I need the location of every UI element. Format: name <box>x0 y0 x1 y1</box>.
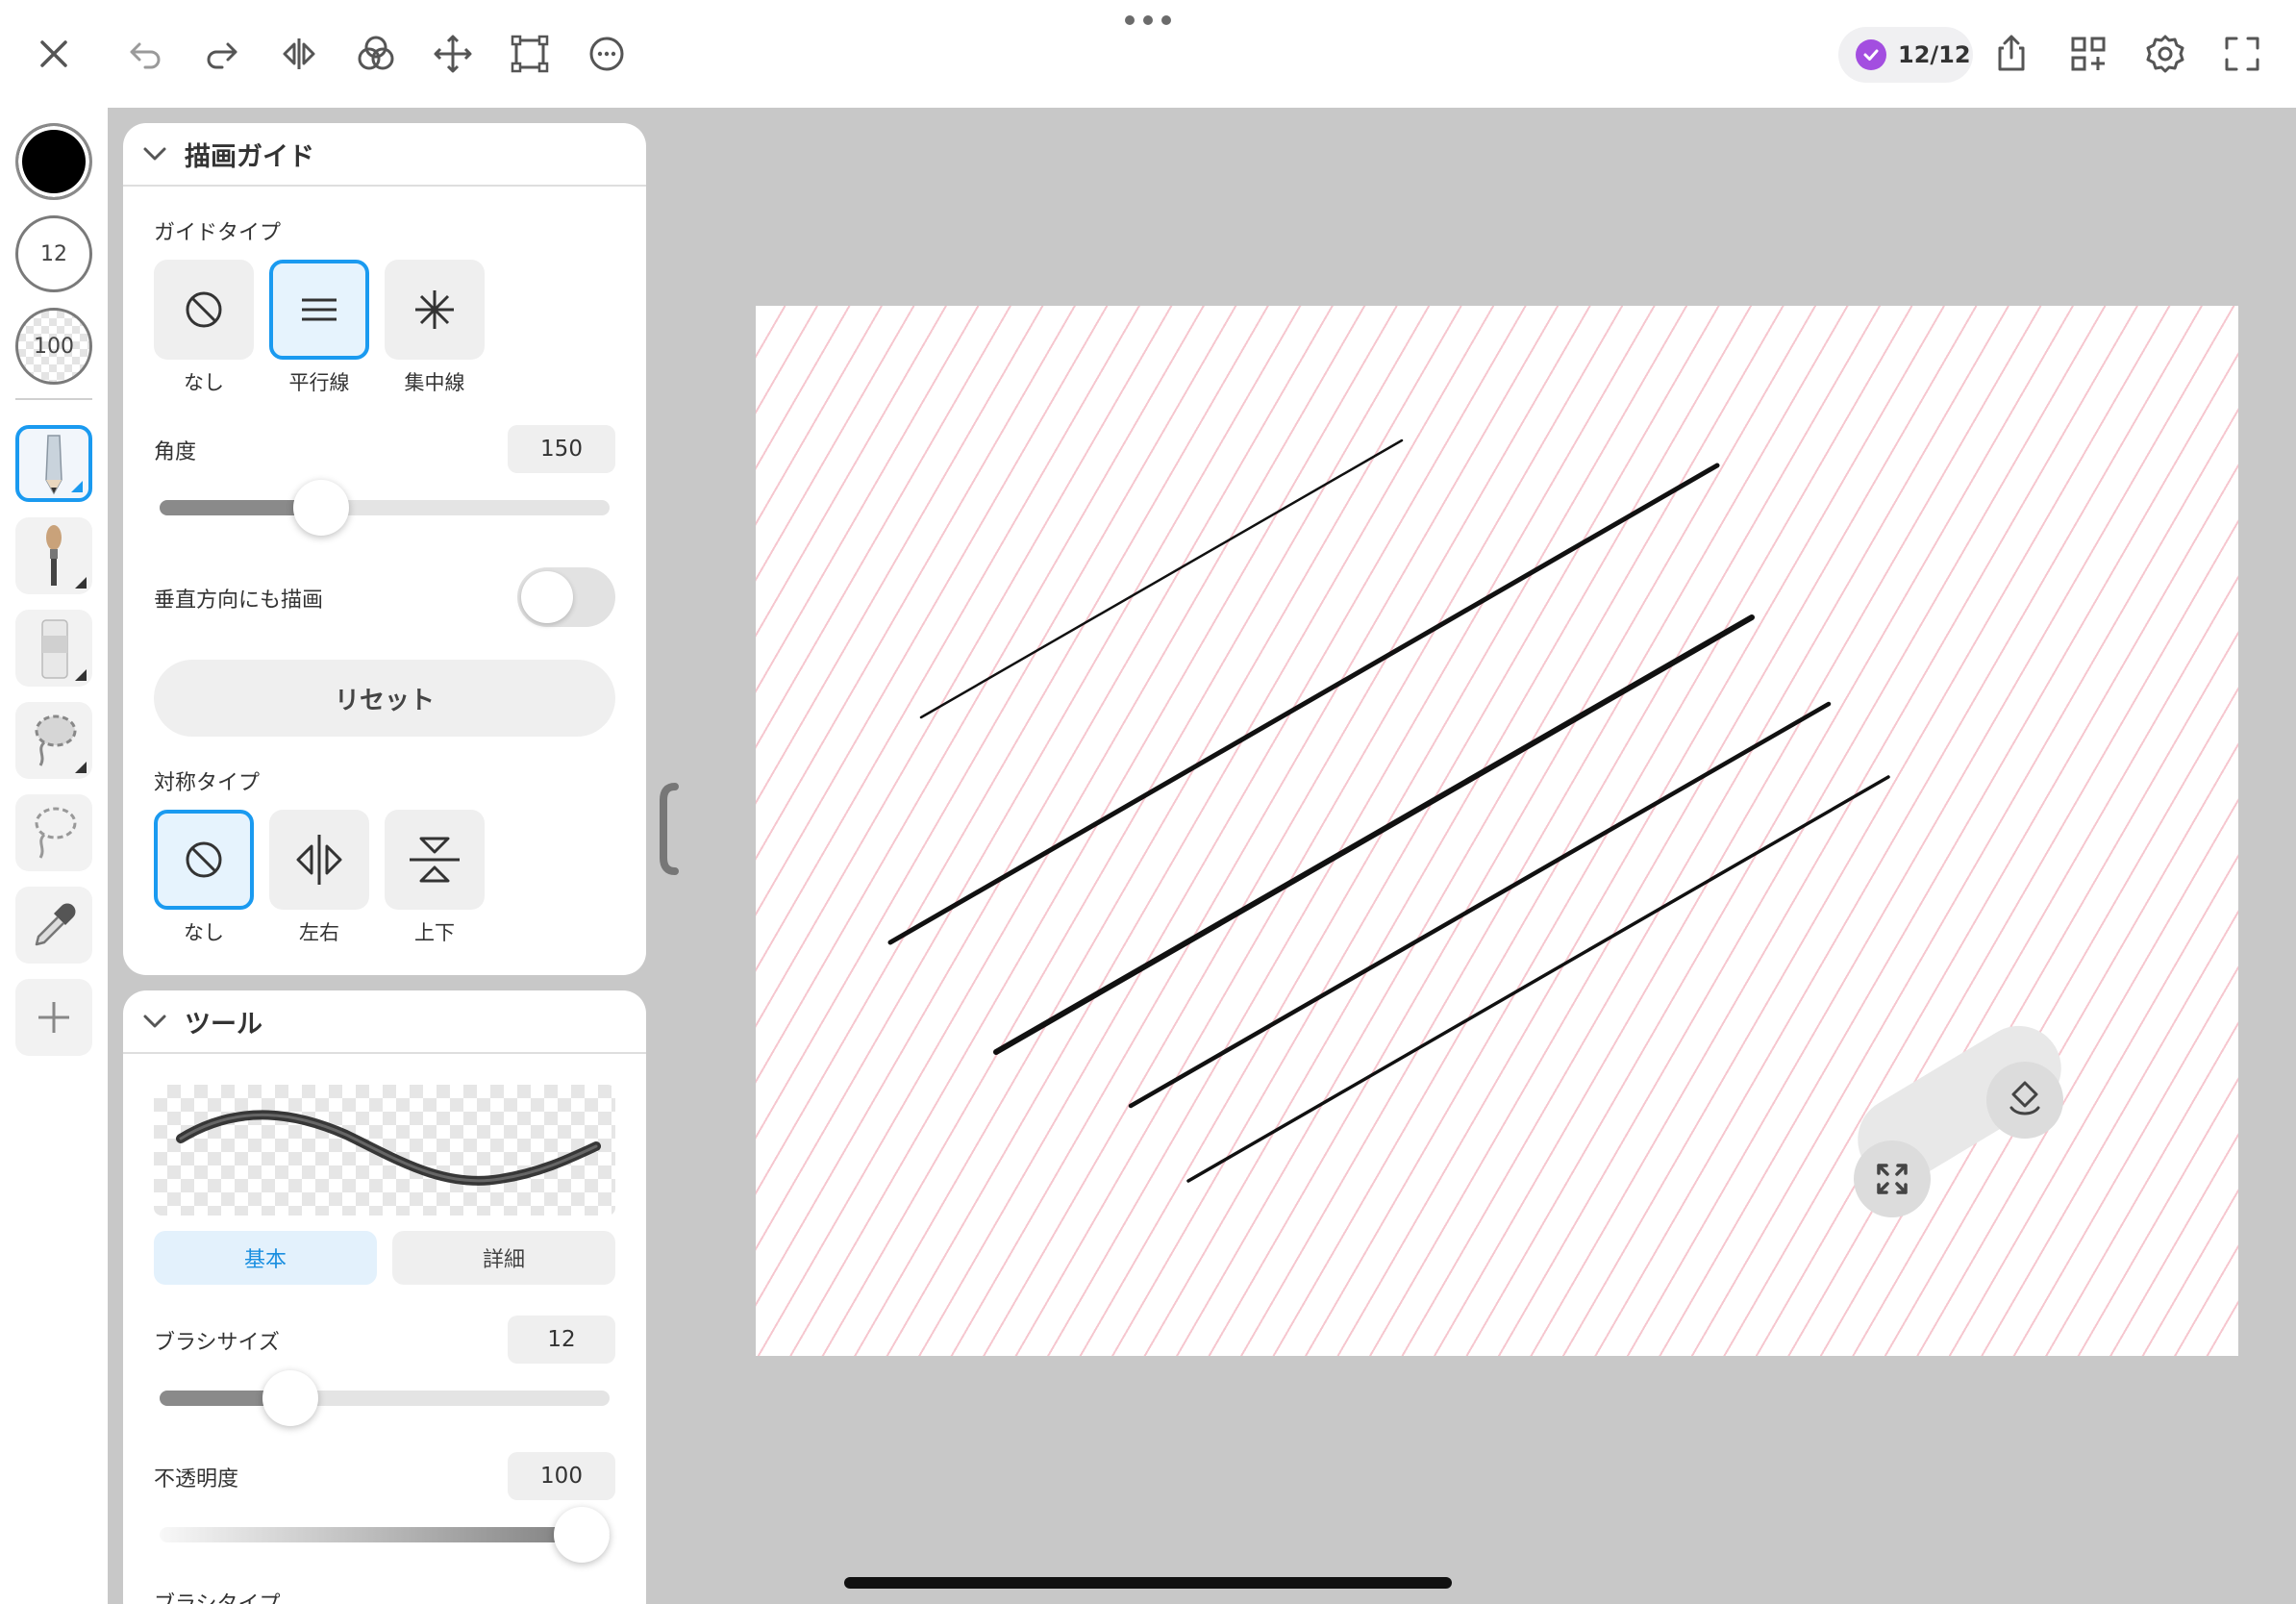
brush-size-slider-knob[interactable] <box>262 1370 318 1426</box>
page-counter-badge[interactable]: 12/12 <box>1838 27 1973 83</box>
guide-panel-header[interactable]: 描画ガイド <box>123 123 646 187</box>
guide-type-radial[interactable] <box>385 260 485 360</box>
guide-type-parallel[interactable] <box>269 260 369 360</box>
eyedropper-icon <box>35 903 76 946</box>
top-toolbar: 12/12 <box>0 0 2296 108</box>
vertical-draw-label: 垂直方向にも描画 <box>154 589 324 613</box>
angle-slider-knob[interactable] <box>293 480 350 536</box>
chevron-down-icon <box>143 1015 166 1028</box>
prohibit-icon <box>186 841 222 878</box>
tool-rail: 12 100 <box>0 108 108 1604</box>
opacity-slider-knob[interactable] <box>554 1507 610 1563</box>
stroke-3 <box>993 614 1755 1055</box>
add-widget-icon[interactable] <box>2058 23 2119 85</box>
stroke-1 <box>919 439 1404 719</box>
parallel-lines-icon <box>302 298 337 321</box>
opacity-value-field[interactable]: 100 <box>508 1452 615 1500</box>
canvas-expand-button[interactable] <box>1854 1140 1931 1217</box>
mirror-vertical-icon <box>410 837 460 883</box>
window-grab-handle[interactable] <box>1125 15 1171 29</box>
brush-tool[interactable] <box>15 517 92 594</box>
settings-gear-icon[interactable] <box>2134 23 2196 85</box>
lasso-fill-icon <box>35 714 77 766</box>
flip-icon[interactable] <box>268 23 330 85</box>
close-icon[interactable] <box>23 23 85 85</box>
guide-panel-title: 描画ガイド <box>185 141 314 172</box>
symmetry-left-right[interactable] <box>269 810 369 910</box>
brush-icon <box>46 525 62 586</box>
mirror-horizontal-icon <box>296 835 342 885</box>
pencil-icon <box>45 435 62 495</box>
eraser-hand-icon <box>2009 1081 2040 1115</box>
blend-icon[interactable] <box>345 23 407 85</box>
plus-icon <box>38 1002 69 1033</box>
tab-basic[interactable]: 基本 <box>154 1231 377 1285</box>
eraser-icon <box>41 619 68 679</box>
undo-icon[interactable] <box>114 23 176 85</box>
toggle-knob <box>521 571 573 623</box>
guide-type-none[interactable] <box>154 260 254 360</box>
brush-size-slider[interactable] <box>160 1370 610 1426</box>
lasso-select-tool[interactable] <box>15 794 92 871</box>
eyedropper-tool[interactable] <box>15 887 92 964</box>
rail-divider <box>15 398 92 400</box>
guide-type-none-label: なし <box>184 371 224 394</box>
fullscreen-icon[interactable] <box>2211 23 2273 85</box>
angle-value-field[interactable]: 150 <box>508 425 615 473</box>
guide-type-parallel-label: 平行線 <box>288 371 350 394</box>
home-indicator <box>844 1577 1452 1589</box>
symmetry-type-label: 対称タイプ <box>154 771 261 795</box>
brush-size-circle[interactable]: 12 <box>15 215 92 292</box>
canvas-strokes <box>887 439 1890 1183</box>
symmetry-up-down[interactable] <box>385 810 485 910</box>
symmetry-up-down-label: 上下 <box>414 921 455 944</box>
radial-lines-icon <box>415 290 454 329</box>
chevron-down-icon <box>143 147 166 161</box>
color-swatch[interactable] <box>15 123 92 200</box>
prohibit-icon <box>186 291 222 328</box>
drawing-guide-panel: 描画ガイド ガイドタイプ なし 平行線 集中線 角度 150 垂直方向にも描画 … <box>123 123 646 975</box>
brush-preview <box>154 1085 615 1216</box>
guide-type-label: ガイドタイプ <box>154 221 282 245</box>
more-options-icon[interactable] <box>576 23 637 85</box>
symmetry-none[interactable] <box>154 810 254 910</box>
pencil-tool[interactable] <box>15 425 92 502</box>
eraser-quick-button[interactable] <box>1986 1062 2063 1139</box>
expand-arrows-icon <box>1877 1164 1908 1194</box>
opacity-slider[interactable] <box>160 1507 610 1563</box>
reset-button[interactable]: リセット <box>154 660 615 737</box>
brush-type-label: ブラシタイプ <box>154 1587 281 1604</box>
brush-stroke-preview <box>176 1110 601 1186</box>
tool-panel: ツール 基本 詳細 ブラシサイズ 12 不透明度 100 ブラシタイプ <box>123 990 646 1604</box>
brush-size-label: ブラシサイズ <box>154 1331 280 1355</box>
brush-size-value-field[interactable]: 12 <box>508 1316 615 1364</box>
share-icon[interactable] <box>1981 23 2042 85</box>
angle-label: 角度 <box>154 440 197 464</box>
symmetry-left-right-label: 左右 <box>299 921 339 944</box>
stroke-5 <box>1186 775 1890 1183</box>
guide-type-radial-label: 集中線 <box>404 371 465 394</box>
angle-slider[interactable] <box>160 480 610 536</box>
panel-collapse-handle[interactable] <box>658 781 681 877</box>
page-counter-text: 12/12 <box>1898 41 1971 68</box>
lasso-icon <box>35 807 77 859</box>
stroke-2 <box>887 463 1720 945</box>
tab-detail[interactable]: 詳細 <box>392 1231 615 1285</box>
vertical-draw-toggle[interactable] <box>517 567 615 627</box>
tool-panel-header[interactable]: ツール <box>123 990 646 1054</box>
tool-panel-title: ツール <box>185 1009 262 1040</box>
eraser-tool[interactable] <box>15 610 92 687</box>
redo-icon[interactable] <box>191 23 253 85</box>
lasso-fill-tool[interactable] <box>15 702 92 779</box>
opacity-label: 不透明度 <box>154 1467 239 1491</box>
check-icon <box>1856 39 1886 70</box>
stroke-4 <box>1128 701 1832 1109</box>
add-tool-button[interactable] <box>15 979 92 1056</box>
opacity-circle[interactable]: 100 <box>15 308 92 385</box>
move-icon[interactable] <box>422 23 484 85</box>
symmetry-none-label: なし <box>184 921 224 944</box>
transform-icon[interactable] <box>499 23 561 85</box>
